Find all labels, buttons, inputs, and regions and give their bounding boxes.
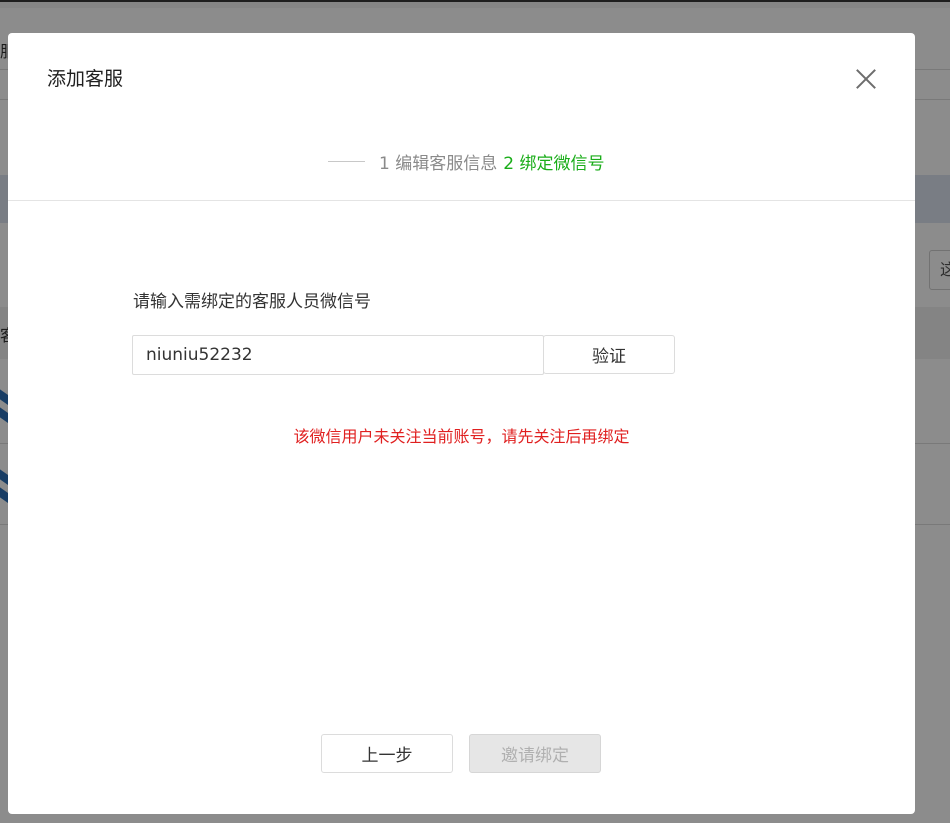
close-icon[interactable] — [851, 64, 881, 94]
error-message: 该微信用户未关注当前账号，请先关注后再绑定 — [293, 427, 630, 446]
dialog-title: 添加客服 — [47, 68, 124, 90]
previous-step-button[interactable]: 上一步 — [321, 734, 453, 773]
wechat-id-label: 请输入需绑定的客服人员微信号 — [133, 292, 371, 312]
step-indicator: 1 编辑客服信息 2 绑定微信号 — [328, 149, 605, 174]
step-edit-info: 1 编辑客服信息 — [379, 153, 498, 174]
invite-bind-button[interactable]: 邀请绑定 — [469, 734, 601, 773]
step-bind-wechat: 2 绑定微信号 — [503, 153, 605, 174]
header-divider — [8, 200, 915, 201]
verify-button[interactable]: 验证 — [543, 335, 675, 374]
wechat-id-input[interactable] — [132, 335, 544, 375]
add-customer-service-dialog: 添加客服 1 编辑客服信息 2 绑定微信号 请输入需绑定的客服人员微信号 验证 … — [8, 33, 915, 814]
step-connector-line — [328, 160, 365, 162]
